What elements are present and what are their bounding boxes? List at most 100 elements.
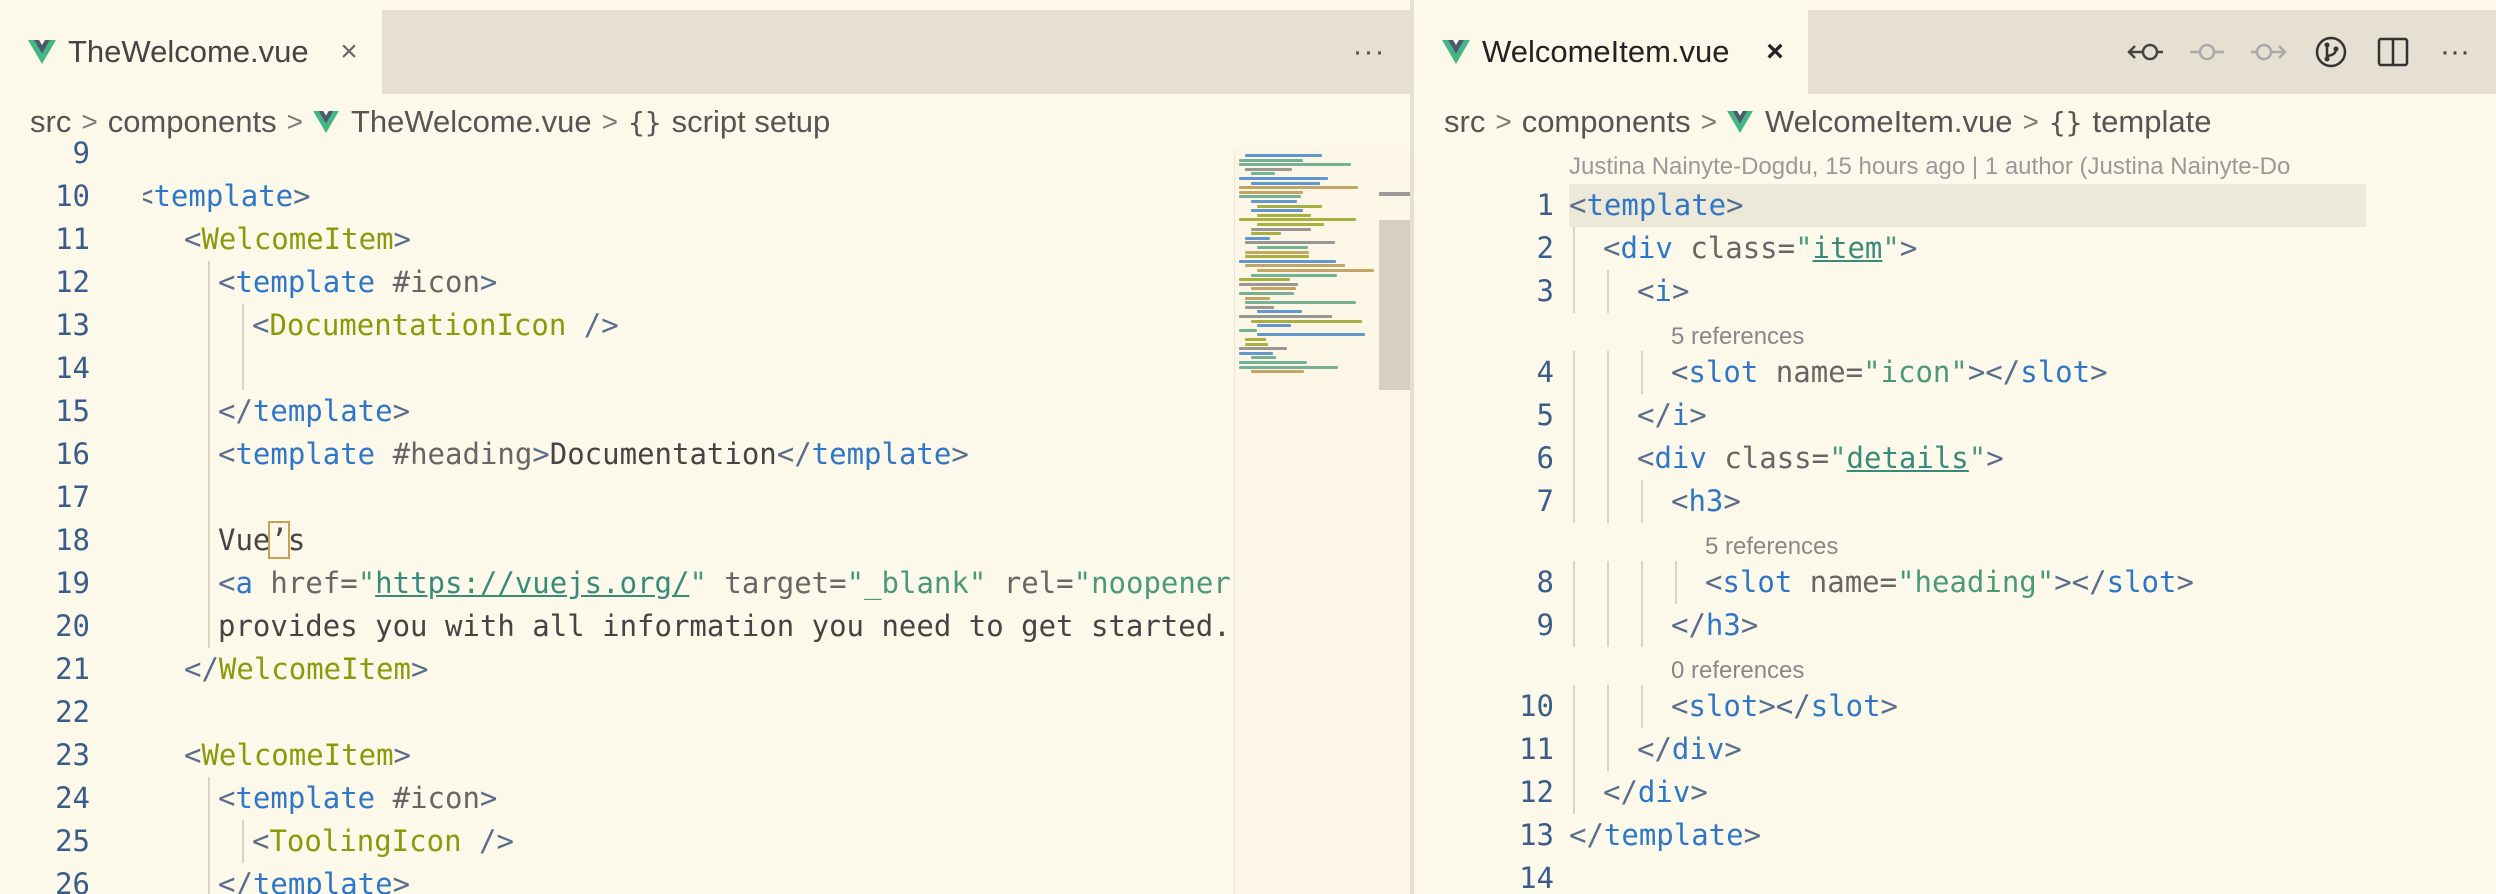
split-editor-button[interactable]	[2362, 10, 2424, 94]
code-line[interactable]: 12 <template #icon>	[0, 261, 1410, 304]
code-line[interactable]: 10 <slot></slot>	[1414, 685, 2496, 728]
git-blame-annotation[interactable]: Justina Nainyte-Dogdu, 15 hours ago | 1 …	[1569, 150, 2290, 184]
code-line[interactable]: 18 Vue’s	[0, 519, 1410, 562]
code-line[interactable]: 10 <template>	[0, 175, 1410, 218]
code-lens-references[interactable]: 5 references	[1705, 529, 1838, 565]
code-editor[interactable]: 9 10 <template> 11 <WelcomeItem> 12 <template …	[0, 136, 1410, 894]
code-line[interactable]: 9	[0, 132, 1410, 175]
code-editor[interactable]: Justina Nainyte-Dogdu, 15 hours ago | 1 …	[1414, 150, 2496, 894]
line-number: 20	[55, 609, 90, 643]
code-line[interactable]: 2 <div class="item">	[1414, 227, 2496, 270]
more-actions-button[interactable]: ···	[1338, 10, 1400, 94]
breadcrumb-item-file[interactable]: WelcomeItem.vue	[1765, 104, 2013, 140]
left-editor-actions: ···	[1338, 10, 1400, 94]
code-line[interactable]: 23 <WelcomeItem>	[0, 734, 1410, 777]
code-lens-references[interactable]: 5 references	[1671, 319, 1804, 355]
token-link[interactable]: details	[1847, 441, 1969, 475]
token-punct: <	[1637, 441, 1655, 475]
code-line[interactable]: 4 <slot name="icon"></slot>	[1414, 351, 2496, 394]
indent-guide	[1573, 270, 1575, 313]
commit-button[interactable]	[2176, 10, 2238, 94]
code-line[interactable]: 13 <DocumentationIcon />	[0, 304, 1410, 347]
chevron-right-icon: >	[2022, 106, 2039, 137]
close-icon[interactable]: ×	[332, 35, 366, 69]
code-line[interactable]: 21 </WelcomeItem>	[0, 648, 1410, 691]
token-punct: >	[1724, 732, 1742, 766]
minimap-line	[1245, 338, 1266, 341]
breadcrumb-item-components[interactable]: components	[1522, 104, 1691, 140]
close-icon[interactable]: ×	[1758, 35, 1792, 69]
code-line[interactable]: 24 <template #icon>	[0, 777, 1410, 820]
indent-guide	[208, 390, 210, 433]
token-punct: <	[1637, 274, 1655, 308]
indent-guide	[1573, 728, 1575, 771]
code-line[interactable]: 11 <WelcomeItem>	[0, 218, 1410, 261]
token-punct: <	[252, 308, 270, 342]
line-number: 4	[1536, 355, 1554, 389]
indent-guide	[208, 519, 210, 562]
token-link[interactable]: https://vuejs.org/	[375, 566, 689, 600]
indent-guide	[1573, 227, 1575, 270]
token-punct: <	[218, 566, 236, 600]
code-text: </div>	[1603, 771, 1708, 814]
go-back-icon	[2127, 43, 2163, 61]
more-actions-button[interactable]: ···	[2424, 10, 2486, 94]
code-line[interactable]: 12 </div>	[1414, 771, 2496, 814]
token-comp: DocumentationIcon	[269, 308, 567, 342]
code-line[interactable]: 11 </div>	[1414, 728, 2496, 771]
indent-guide	[1607, 437, 1609, 480]
code-lens-references[interactable]: 0 references	[1671, 653, 1804, 689]
code-line[interactable]: 26 </template>	[0, 863, 1410, 894]
minimap-line	[1251, 287, 1296, 291]
code-line[interactable]: 19 <a href="https://vuejs.org/" target="_…	[0, 562, 1410, 605]
code-line[interactable]: 14	[1414, 857, 2496, 894]
line-number: 6	[1536, 441, 1554, 475]
token-punct: <	[1671, 484, 1689, 518]
code-line[interactable]: 1 <template>	[1414, 184, 2496, 227]
minimap-line	[1251, 209, 1303, 213]
minimap-scroll-marker	[1379, 192, 1410, 196]
line-number: 22	[55, 695, 90, 729]
minimap-line	[1245, 342, 1268, 346]
line-number: 23	[55, 738, 90, 772]
code-line[interactable]: 25 <ToolingIcon />	[0, 820, 1410, 863]
token-link[interactable]: item	[1813, 231, 1883, 265]
breadcrumb-item-src[interactable]: src	[1444, 104, 1485, 140]
breadcrumb-item-symbol[interactable]: template	[2093, 104, 2212, 140]
code-line[interactable]: 14	[0, 347, 1410, 390]
code-line[interactable]: 13 </template>	[1414, 814, 2496, 857]
go-back-button[interactable]	[2114, 10, 2176, 94]
indent-guide	[208, 562, 210, 605]
minimap-line	[1251, 232, 1281, 236]
code-line[interactable]: 20 provides you with all information you …	[0, 605, 1410, 648]
minimap-line	[1257, 324, 1291, 328]
code-text: <div class="details">	[1637, 437, 2004, 480]
go-forward-icon	[2251, 43, 2287, 61]
minimap[interactable]	[1234, 150, 1410, 894]
code-line[interactable]: 22	[0, 691, 1410, 734]
line-number: 9	[1536, 608, 1554, 642]
tab-welcomeitem-vue[interactable]: WelcomeItem.vue ×	[1414, 10, 1808, 94]
git-history-button[interactable]	[2300, 10, 2362, 94]
code-line[interactable]: 15 </template>	[0, 390, 1410, 433]
code-line[interactable]: 7 <h3>	[1414, 480, 2496, 523]
code-line[interactable]: 3 <i>	[1414, 270, 2496, 313]
code-line[interactable]: 17	[0, 476, 1410, 519]
token-comp: WelcomeItem	[201, 738, 394, 772]
token-str: "	[1795, 231, 1813, 265]
minimap-slider[interactable]	[1379, 220, 1410, 390]
go-forward-button[interactable]	[2238, 10, 2300, 94]
tab-thewelcome-vue[interactable]: TheWelcome.vue ×	[0, 10, 382, 94]
code-line[interactable]: 16 <template #heading>Documentation</temp…	[0, 433, 1410, 476]
token-punct: </	[776, 437, 812, 471]
minimap-line	[1239, 315, 1332, 318]
minimap-line	[1257, 204, 1322, 208]
code-line[interactable]: 8 <slot name="heading"></slot>	[1414, 561, 2496, 604]
minimap-line	[1239, 190, 1303, 194]
token-tag: slot	[1688, 355, 1759, 389]
code-line[interactable]: 6 <div class="details">	[1414, 437, 2496, 480]
code-line[interactable]: 9 </h3>	[1414, 604, 2496, 647]
line-number: 24	[55, 781, 90, 815]
code-line[interactable]: 5 </i>	[1414, 394, 2496, 437]
line-number: 19	[55, 566, 90, 600]
